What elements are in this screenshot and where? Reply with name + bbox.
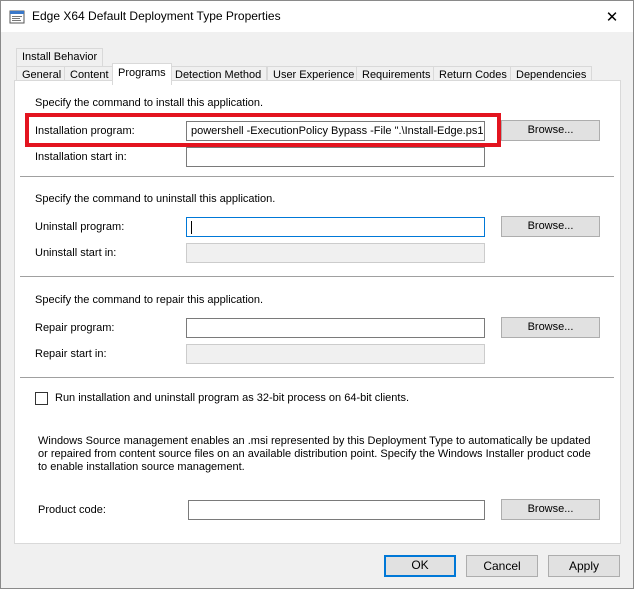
repair-start-in-label: Repair start in: xyxy=(35,348,107,360)
installation-start-in-label: Installation start in: xyxy=(35,151,127,163)
title-bar: Edge X64 Default Deployment Type Propert… xyxy=(1,1,633,32)
tab-programs[interactable]: Programs xyxy=(112,63,172,85)
installation-start-in-input[interactable] xyxy=(186,147,485,167)
properties-dialog: Edge X64 Default Deployment Type Propert… xyxy=(0,0,634,589)
repair-start-in-input xyxy=(186,344,485,364)
application-icon xyxy=(9,10,25,24)
uninstall-browse-button[interactable]: Browse... xyxy=(501,216,600,237)
run-32bit-checkbox[interactable] xyxy=(35,392,48,405)
installation-program-input[interactable]: powershell -ExecutionPolicy Bypass -File… xyxy=(186,121,485,141)
close-icon: ✕ xyxy=(605,8,619,26)
separator xyxy=(20,276,614,278)
text-caret xyxy=(191,221,192,234)
product-code-label: Product code: xyxy=(38,504,106,516)
source-management-description: Windows Source management enables an .ms… xyxy=(38,435,591,473)
separator xyxy=(20,176,614,178)
separator xyxy=(20,377,614,379)
tab-install-behavior[interactable]: Install Behavior xyxy=(16,48,104,67)
uninstall-heading: Specify the command to uninstall this ap… xyxy=(35,193,276,205)
uninstall-program-label: Uninstall program: xyxy=(35,221,125,233)
cancel-button[interactable]: Cancel xyxy=(466,555,538,577)
repair-program-label: Repair program: xyxy=(35,322,115,334)
uninstall-program-input[interactable] xyxy=(186,217,485,237)
close-button[interactable]: ✕ xyxy=(591,1,633,32)
ok-button[interactable]: OK xyxy=(384,555,456,577)
apply-button[interactable]: Apply xyxy=(548,555,620,577)
run-32bit-label[interactable]: Run installation and uninstall program a… xyxy=(55,392,409,404)
repair-heading: Specify the command to repair this appli… xyxy=(35,294,264,306)
install-browse-button[interactable]: Browse... xyxy=(501,120,600,141)
installation-program-label: Installation program: xyxy=(35,125,135,137)
repair-program-input[interactable] xyxy=(186,318,485,338)
product-code-browse-button[interactable]: Browse... xyxy=(501,499,600,520)
uninstall-start-in-input xyxy=(186,243,485,263)
install-heading: Specify the command to install this appl… xyxy=(35,97,264,109)
repair-browse-button[interactable]: Browse... xyxy=(501,317,600,338)
uninstall-start-in-label: Uninstall start in: xyxy=(35,247,117,259)
window-title: Edge X64 Default Deployment Type Propert… xyxy=(32,9,281,23)
product-code-input[interactable] xyxy=(188,500,485,520)
